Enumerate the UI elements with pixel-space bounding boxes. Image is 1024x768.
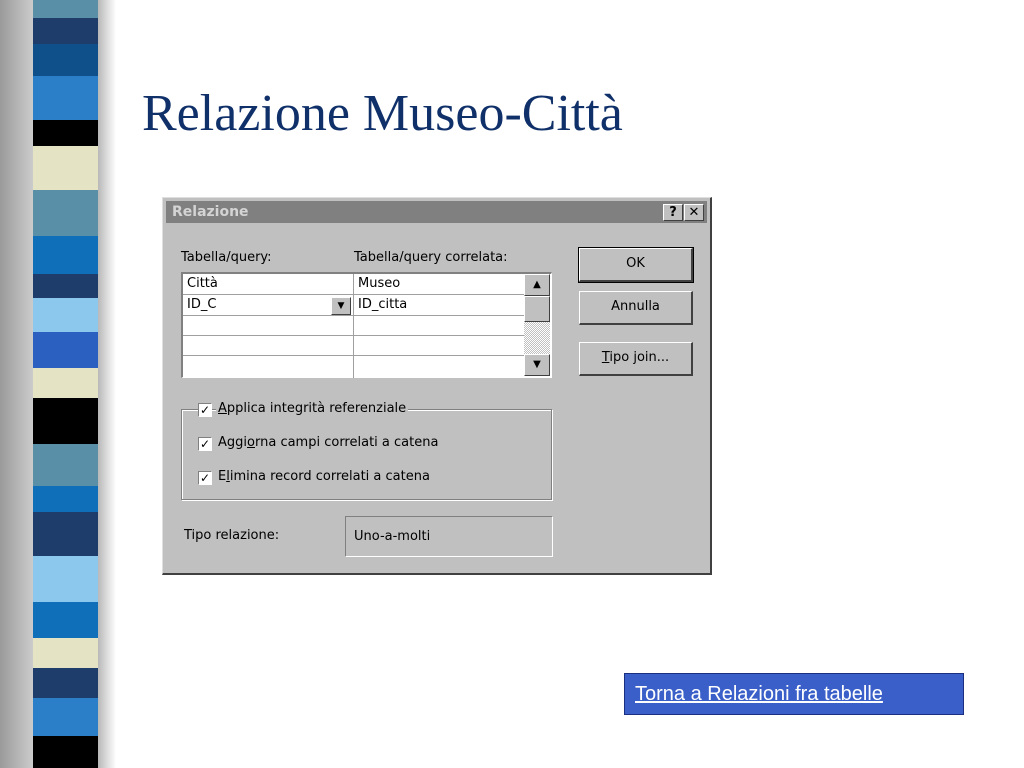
cancel-button[interactable]: Annulla	[579, 291, 693, 325]
close-icon[interactable]: ✕	[684, 204, 704, 221]
label-text: imina record correlati a catena	[229, 469, 430, 484]
accel-letter: o	[247, 435, 255, 450]
stripe	[33, 444, 99, 486]
chevron-down-icon[interactable]: ▼	[331, 297, 351, 315]
related-table-query-label: Tabella/query correlata:	[354, 250, 508, 265]
band-edge-shadow	[98, 0, 116, 768]
stripe	[33, 76, 99, 120]
stripe	[33, 274, 99, 298]
fields-grid: Città Museo ID_C ▼ ID_citta ▲ ▼	[181, 272, 552, 378]
integrity-checkbox[interactable]: ✓	[198, 403, 212, 417]
cascade-delete-label: Elimina record correlati a catena	[216, 469, 432, 484]
stripe	[33, 368, 99, 398]
stripe	[33, 638, 99, 668]
stripe	[33, 698, 99, 736]
stripe	[33, 736, 99, 768]
stripe	[33, 332, 99, 368]
label-text: Aggi	[218, 435, 248, 450]
stripe	[33, 0, 99, 18]
integrity-label: Applica integrità referenziale	[216, 401, 409, 416]
label-text: pplica integrità referenziale	[226, 401, 407, 416]
integrity-group	[181, 409, 552, 500]
cascade-update-checkbox[interactable]: ✓	[198, 437, 212, 451]
scroll-down-icon[interactable]: ▼	[524, 354, 550, 376]
back-link-box: Torna a Relazioni fra tabelle	[624, 673, 964, 715]
grid-empty-cell[interactable]	[183, 316, 353, 336]
stripe	[33, 298, 99, 332]
table-query-label: Tabella/query:	[181, 250, 272, 265]
stripe	[33, 556, 99, 602]
stripe	[33, 236, 99, 274]
stripe	[33, 146, 99, 190]
slide-title: Relazione Museo-Città	[142, 85, 623, 142]
dialog-titlebar: Relazione ? ✕	[166, 201, 707, 223]
cascade-delete-checkbox[interactable]: ✓	[198, 471, 212, 485]
join-type-button[interactable]: Tipo join...	[579, 342, 693, 376]
stripe	[33, 120, 99, 146]
stripe	[33, 18, 99, 44]
stripe	[33, 44, 99, 76]
join-label: ipo join...	[609, 350, 670, 365]
cascade-update-label: Aggiorna campi correlati a catena	[216, 435, 441, 450]
scroll-thumb[interactable]	[524, 296, 550, 322]
accel-letter: A	[218, 401, 227, 416]
help-icon[interactable]: ?	[663, 204, 683, 221]
label-text: rna campi correlati a catena	[254, 435, 439, 450]
stripe	[33, 668, 99, 698]
scroll-up-icon[interactable]: ▲	[524, 274, 550, 296]
grid-cell-left[interactable]: ID_C	[183, 295, 329, 315]
dialog-title: Relazione	[172, 204, 249, 220]
relation-dialog: Relazione ? ✕ Tabella/query: Tabella/que…	[162, 197, 712, 575]
grid-cell-right[interactable]: ID_citta	[354, 295, 524, 315]
stripe	[33, 398, 99, 444]
back-to-relations-link[interactable]: Torna a Relazioni fra tabelle	[635, 683, 883, 706]
grid-header-right: Museo	[358, 276, 401, 291]
decorative-stripe-band	[0, 0, 120, 768]
relation-type-label: Tipo relazione:	[184, 528, 280, 543]
grid-scrollbar[interactable]: ▲ ▼	[524, 274, 550, 376]
ok-button[interactable]: OK	[578, 247, 694, 283]
stripe	[33, 190, 99, 236]
stripe	[33, 512, 99, 556]
grid-header-left: Città	[187, 276, 218, 291]
stripe	[33, 602, 99, 638]
stripe	[33, 486, 99, 512]
grid-column-divider	[353, 274, 354, 378]
relation-type-field: Uno-a-molti	[345, 516, 553, 557]
label-text: E	[218, 469, 227, 484]
